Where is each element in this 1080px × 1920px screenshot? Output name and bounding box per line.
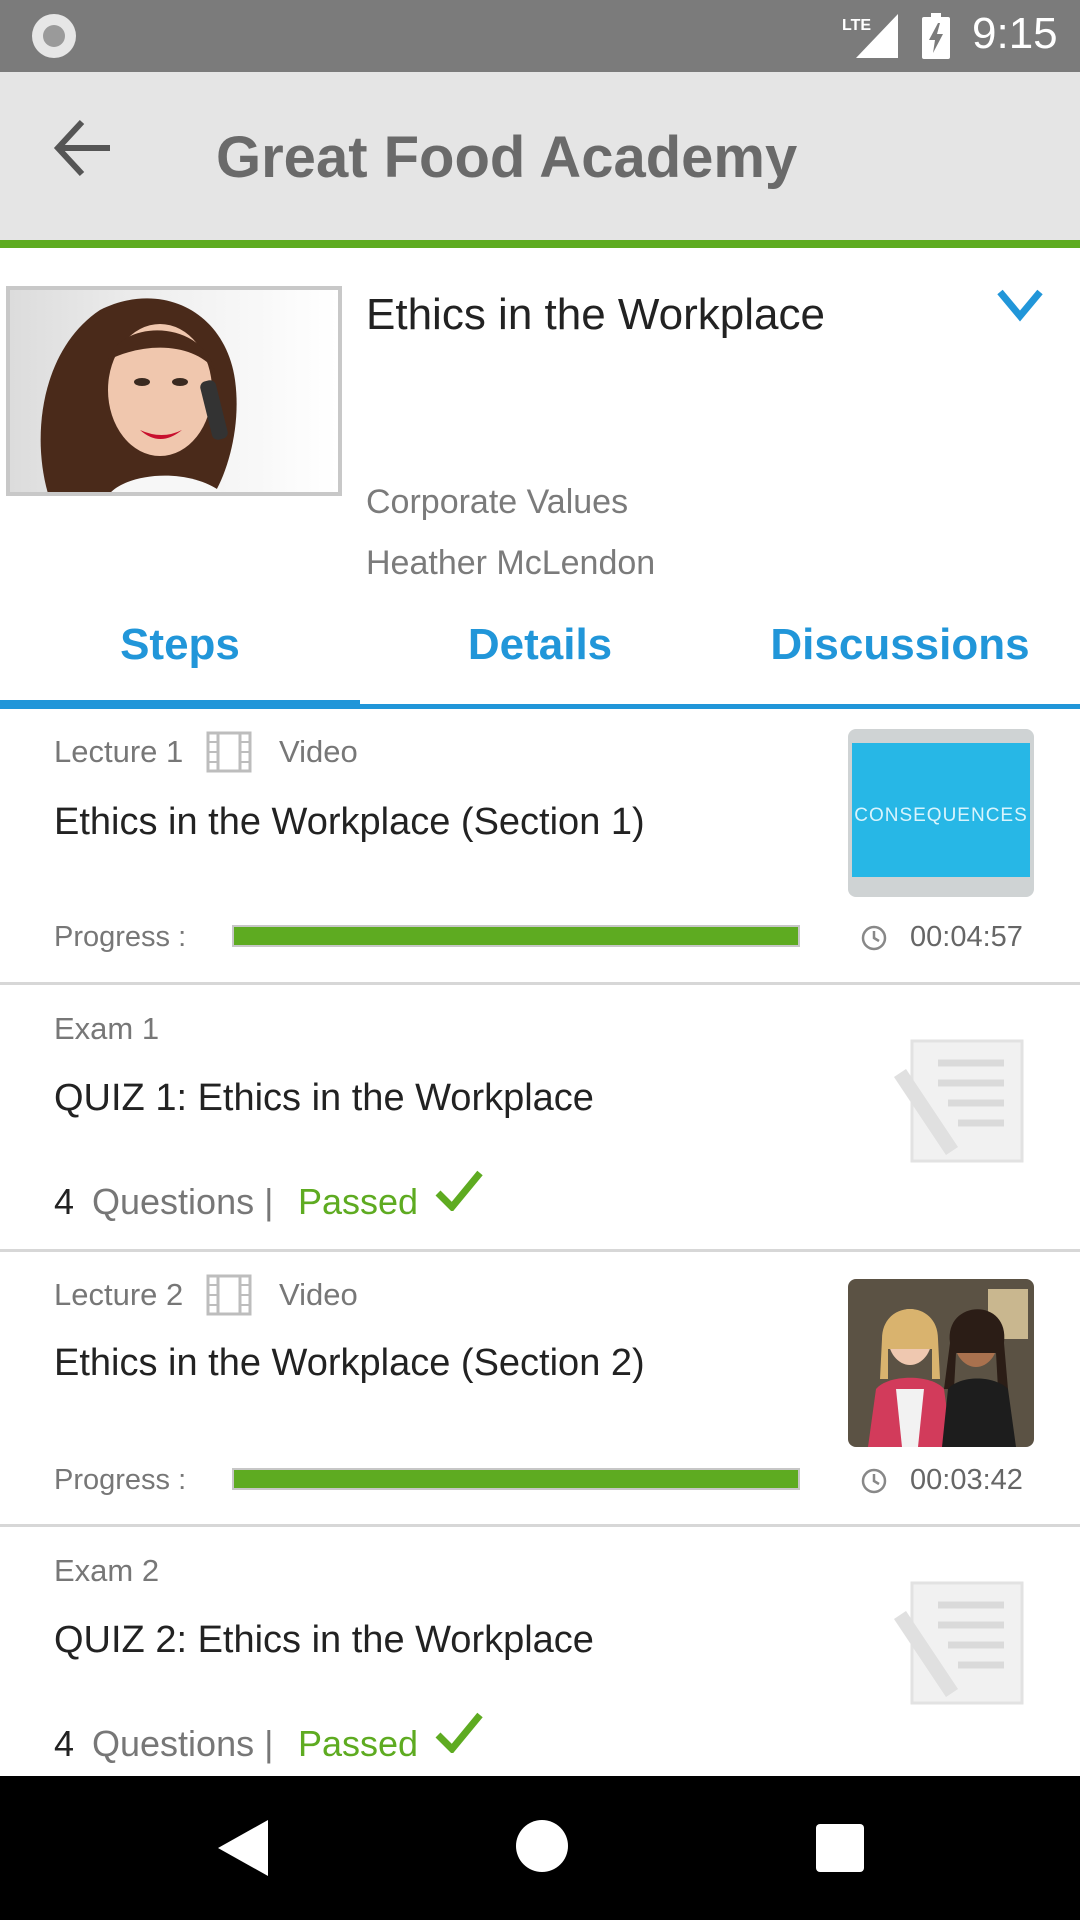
status-passed: Passed [298, 1723, 419, 1764]
video-thumbnail[interactable]: CONSEQUENCES [848, 729, 1034, 897]
step-kind: Lecture 1 [54, 734, 184, 769]
questions-label: Questions | [92, 1723, 274, 1764]
app-bar-accent-line [0, 240, 1080, 248]
progress-bar [232, 1468, 800, 1490]
questions-label: Questions | [92, 1181, 274, 1222]
step-item-lecture-2[interactable]: Lecture 2 Video Ethics in the Workplace … [0, 1252, 1080, 1524]
steps-list[interactable]: Lecture 1 Video Ethics in the Workplace … [0, 709, 1080, 1776]
two-women-image [868, 1289, 1028, 1447]
course-title: Ethics in the Workplace [366, 290, 825, 339]
course-thumbnail [6, 286, 342, 496]
lte-signal-icon: LTE [842, 14, 898, 58]
nav-recents-icon[interactable] [816, 1824, 864, 1872]
step-title: QUIZ 2: Ethics in the Workplace [54, 1619, 594, 1661]
step-item-exam-1[interactable]: Exam 1 QUIZ 1: Ethics in the Workplace 4… [0, 985, 1080, 1249]
checkmark-icon [435, 1170, 483, 1211]
nav-home-icon[interactable] [516, 1820, 568, 1872]
status-time: 9:15 [972, 9, 1058, 58]
step-item-lecture-1[interactable]: Lecture 1 Video Ethics in the Workplace … [0, 709, 1080, 982]
media-type-label: Video [279, 1277, 358, 1312]
step-kind: Lecture 2 [54, 1277, 184, 1312]
tab-steps[interactable]: Steps [0, 620, 360, 670]
tab-active-indicator [0, 700, 360, 709]
step-title: QUIZ 1: Ethics in the Workplace [54, 1077, 594, 1119]
svg-text:LTE: LTE [842, 17, 871, 34]
step-kind: Exam 1 [54, 1011, 160, 1046]
nav-back-icon[interactable] [214, 1818, 270, 1878]
progress-bar-fill [234, 927, 798, 945]
step-kind: Exam 2 [54, 1553, 160, 1588]
woman-on-phone-image [40, 298, 237, 492]
app-title: Great Food Academy [216, 125, 798, 190]
duration: 00:04:57 [910, 921, 1023, 953]
checkmark-icon [435, 1712, 483, 1753]
question-count: 4 [54, 1181, 75, 1222]
system-nav-bar [0, 1776, 1080, 1920]
progress-bar-fill [234, 1470, 798, 1488]
progress-label: Progress : [54, 921, 187, 953]
clock-icon [861, 925, 887, 951]
tab-discussions[interactable]: Discussions [720, 620, 1080, 670]
step-title: Ethics in the Workplace (Section 1) [54, 801, 645, 843]
battery-charging-icon [922, 13, 950, 59]
course-category: Corporate Values [366, 483, 629, 521]
step-item-exam-2[interactable]: Exam 2 QUIZ 2: Ethics in the Workplace 4… [0, 1527, 1080, 1776]
status-bar: LTE 9:15 [0, 0, 1080, 72]
course-author: Heather McLendon [366, 544, 656, 582]
film-icon [206, 731, 252, 773]
thumbnail-caption: CONSEQUENCES [854, 805, 1028, 826]
video-screen: CONSEQUENCES [852, 743, 1030, 877]
quiz-document-icon [894, 1039, 1024, 1163]
arrow-left-icon[interactable] [52, 118, 114, 178]
film-icon [206, 1274, 252, 1316]
step-title: Ethics in the Workplace (Section 2) [54, 1342, 645, 1384]
status-passed: Passed [298, 1181, 419, 1222]
progress-bar [232, 925, 800, 947]
quiz-document-icon [894, 1581, 1024, 1705]
clock-icon [861, 1468, 887, 1494]
media-type-label: Video [279, 734, 358, 769]
tab-bar: Steps Details Discussions [0, 610, 1080, 710]
notification-icon [32, 14, 76, 58]
progress-label: Progress : [54, 1464, 187, 1496]
video-thumbnail[interactable] [848, 1279, 1034, 1447]
question-count: 4 [54, 1723, 75, 1764]
duration: 00:03:42 [910, 1464, 1023, 1496]
chevron-down-icon[interactable] [996, 288, 1044, 322]
tab-details[interactable]: Details [360, 620, 720, 670]
